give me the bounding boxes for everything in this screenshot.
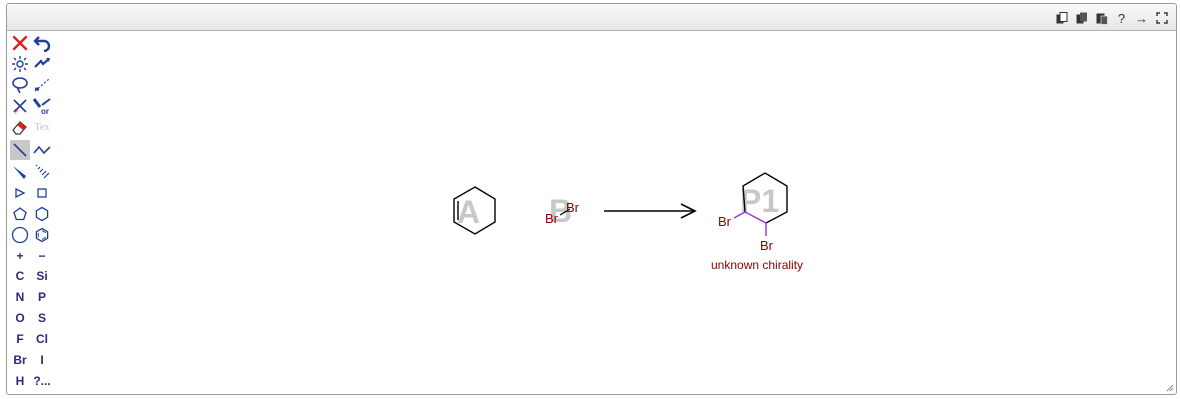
fullscreen-icon[interactable] (1155, 12, 1168, 25)
atom-button-n[interactable]: N (10, 287, 30, 307)
increase-charge-icon[interactable]: + (10, 246, 30, 266)
clear-icon[interactable] (10, 33, 30, 53)
paste-icon[interactable] (1095, 12, 1108, 25)
atom-button-f[interactable]: F (10, 329, 30, 349)
resize-grip-icon[interactable] (1166, 384, 1174, 392)
triangle-icon[interactable] (10, 183, 30, 203)
atom-button-h[interactable]: H (10, 371, 30, 391)
top-actions: ? → (1055, 10, 1168, 26)
lasso-icon[interactable] (10, 75, 30, 95)
copy-image-icon[interactable] (1075, 12, 1088, 25)
square-icon[interactable] (32, 183, 52, 203)
br2-atom-left[interactable]: Br (545, 212, 558, 225)
atom-button-i[interactable]: I (32, 350, 52, 370)
atom-button-cl[interactable]: Cl (32, 329, 52, 349)
svg-text:?: ? (14, 109, 18, 115)
editor-top-bar: ? → (7, 4, 1176, 31)
product-br-bottom[interactable]: Br (760, 239, 773, 252)
help-icon[interactable]: ? (1115, 12, 1128, 25)
atom-button-si[interactable]: Si (32, 266, 52, 286)
query-or-label: or (41, 107, 49, 115)
hash-bond-icon[interactable] (32, 162, 52, 182)
br2-bond[interactable] (559, 207, 571, 217)
clean-icon[interactable] (10, 54, 30, 74)
pentagon-icon[interactable] (10, 204, 30, 224)
atom-button-br[interactable]: Br (10, 350, 30, 370)
molecule-editor: ? → ? or Tex + − C Si N P O S F Cl Br I … (6, 3, 1177, 395)
text-tool-label: Tex (34, 121, 50, 133)
atom-button-s[interactable]: S (32, 308, 52, 328)
product-structure[interactable] (719, 169, 799, 259)
query-or-icon[interactable]: or (32, 96, 52, 116)
move-icon[interactable] (32, 75, 52, 95)
copy-icon[interactable] (1055, 11, 1068, 25)
reactant-a-structure[interactable] (444, 181, 504, 243)
redo-icon[interactable] (32, 54, 52, 74)
reaction-arrow[interactable] (599, 203, 699, 219)
eraser-icon[interactable] (10, 117, 30, 137)
heptagon-icon[interactable] (10, 225, 30, 245)
atom-button-o[interactable]: O (10, 308, 30, 328)
atom-button-c[interactable]: C (10, 266, 30, 286)
product-br-left[interactable]: Br (718, 215, 731, 228)
query-atom-icon[interactable]: ? (10, 96, 30, 116)
atom-button-periodic-table[interactable]: ?... (32, 371, 52, 391)
left-toolbar: ? or Tex + − C Si N P O S F Cl Br I H ?.… (10, 31, 58, 393)
benzene-icon[interactable] (32, 225, 52, 245)
export-icon[interactable]: → (1135, 12, 1148, 25)
decrease-charge-icon[interactable]: − (32, 246, 52, 266)
drawing-canvas[interactable]: A B Br Br P1 Br Br unknown chirality (59, 31, 1176, 394)
single-bond-icon[interactable] (10, 140, 30, 160)
text-tool-icon[interactable]: Tex (32, 117, 52, 137)
undo-icon[interactable] (32, 33, 52, 53)
chain-icon[interactable] (32, 140, 52, 160)
wedge-bond-icon[interactable] (10, 162, 30, 182)
atom-button-p[interactable]: P (32, 287, 52, 307)
hexagon-icon[interactable] (32, 204, 52, 224)
chirality-note: unknown chirality (711, 258, 804, 272)
